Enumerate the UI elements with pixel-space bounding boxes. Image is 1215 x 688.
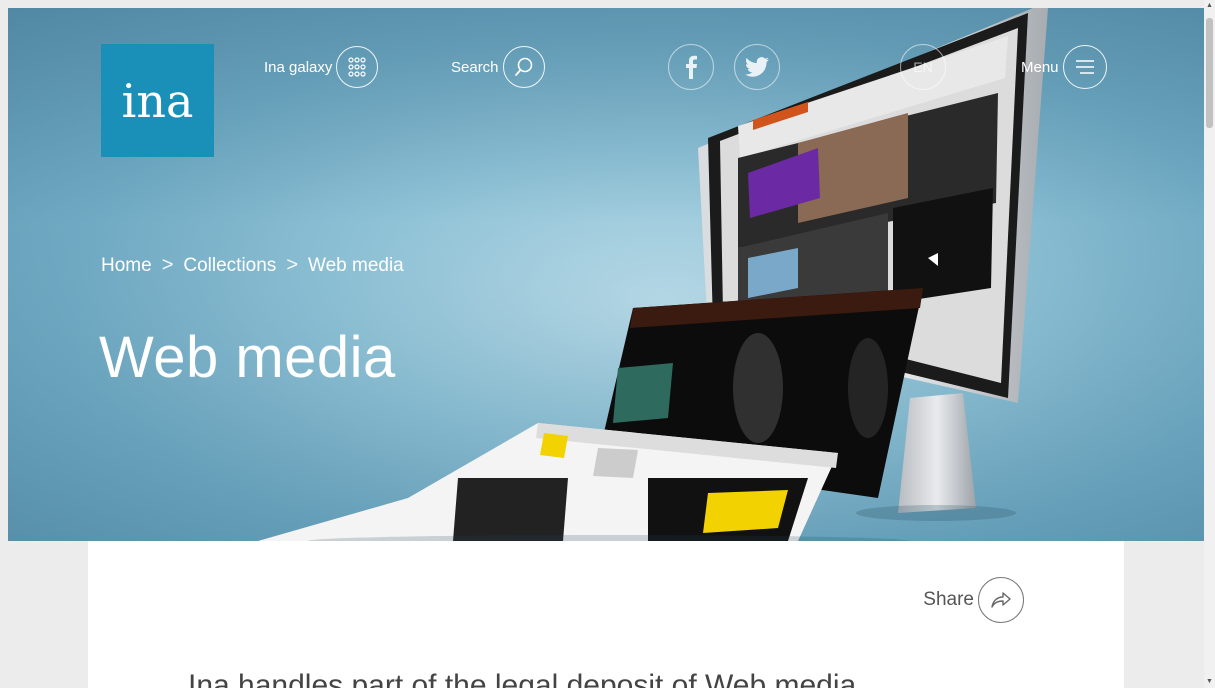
language-switch[interactable]: EN [900,42,946,92]
search-icon [502,46,545,88]
search-label: Search [451,58,499,76]
scrollbar-thumb[interactable] [1206,18,1213,128]
ina-galaxy-button[interactable]: Ina galaxy [264,42,379,92]
language-circle: EN [900,44,946,90]
hero-banner: ina Ina galaxy Search EN Menu Home > Col… [8,8,1204,541]
page-title: Web media [99,325,396,390]
share-label: Share [923,589,974,610]
scroll-down-arrow-icon[interactable]: ▼ [1206,678,1213,686]
breadcrumb-collections[interactable]: Collections [183,255,276,277]
lead-paragraph: Ina handles part of the legal deposit of… [188,669,857,688]
share-button[interactable]: Share [923,577,1024,623]
top-navigation: Ina galaxy Search EN Menu [8,42,1204,92]
menu-label: Menu [1021,58,1059,76]
scroll-up-arrow-icon[interactable]: ▲ [1206,2,1213,10]
breadcrumb: Home > Collections > Web media [101,254,404,277]
ina-galaxy-label: Ina galaxy [264,58,333,76]
twitter-link[interactable] [730,42,780,92]
page: ina Ina galaxy Search EN Menu Home > Col… [8,8,1204,688]
breadcrumb-current: Web media [308,254,404,276]
facebook-link[interactable] [664,42,714,92]
search-button[interactable]: Search [451,42,545,92]
share-icon [978,577,1024,623]
galaxy-grid-icon [336,46,379,88]
twitter-icon [734,44,780,90]
breadcrumb-home[interactable]: Home [101,255,152,277]
facebook-icon [668,44,714,90]
breadcrumb-separator: > [161,254,174,276]
menu-button[interactable]: Menu [1021,42,1107,92]
breadcrumb-separator: > [286,254,298,276]
hamburger-menu-icon [1062,45,1107,89]
main-content: Share Ina handles part of the legal depo… [88,541,1124,688]
language-label: EN [913,59,933,75]
vertical-scrollbar[interactable]: ▲ ▼ [1204,0,1215,688]
